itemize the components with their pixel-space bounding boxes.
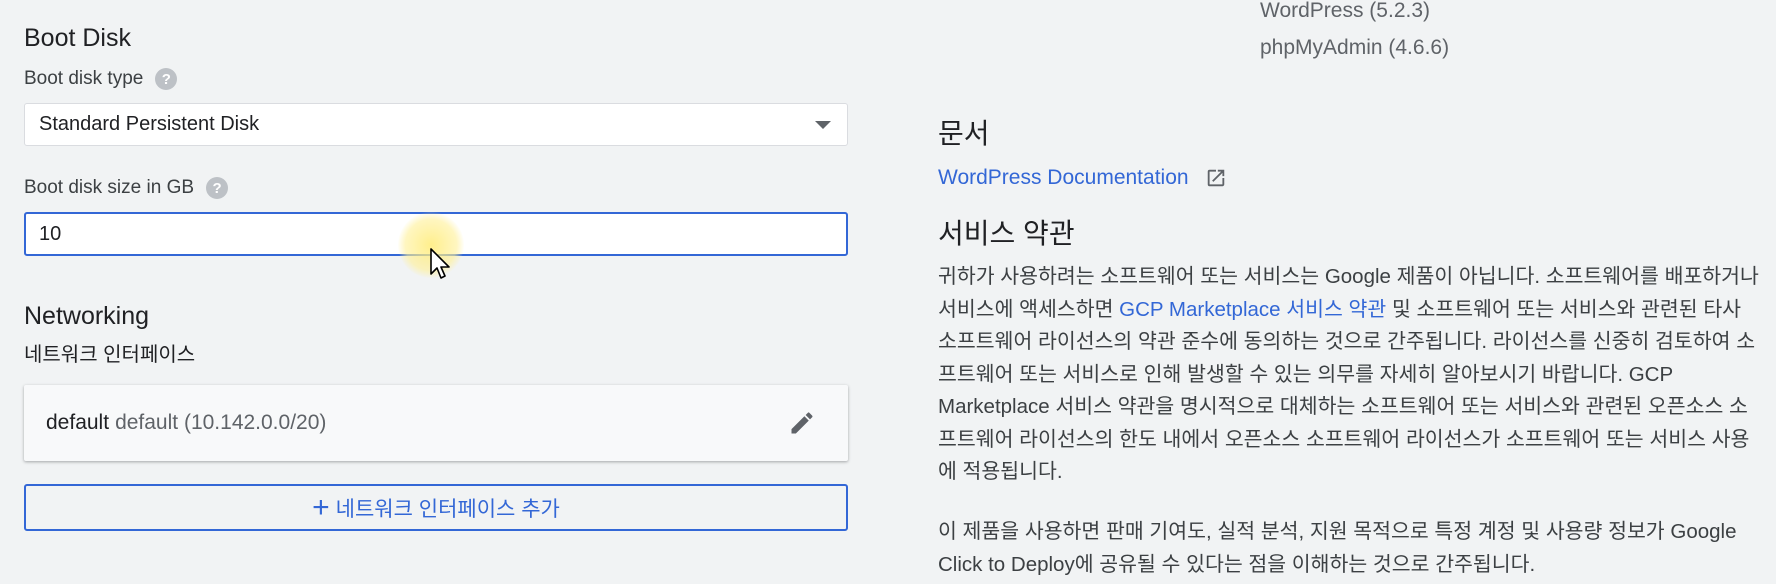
marketplace-terms-link[interactable]: GCP Marketplace 서비스 약관 <box>1119 298 1386 321</box>
chevron-down-icon <box>815 121 831 129</box>
networking-title: Networking <box>24 302 150 330</box>
terms-text: 및 소프트웨어 또는 서비스와 관련된 타사 소프트웨어 라이선스의 약관 준수… <box>938 297 1756 484</box>
pencil-icon[interactable] <box>788 409 816 437</box>
plus-icon: + <box>312 490 330 524</box>
mouse-pointer-icon <box>430 248 450 279</box>
boot-disk-size-label-text: Boot disk size in GB <box>24 177 195 198</box>
external-link-icon <box>1207 169 1224 187</box>
network-interface-name: default <box>46 411 110 434</box>
add-network-interface-button[interactable]: + 네트워크 인터페이스 추가 <box>24 484 848 531</box>
package-item: phpMyAdmin (4.6.6) <box>1260 36 1450 59</box>
package-item: WordPress (5.2.3) <box>1260 0 1430 22</box>
network-interfaces-subtitle: 네트워크 인터페이스 <box>24 344 196 366</box>
terms-paragraph: 귀하가 사용하려는 소프트웨어 또는 서비스는 Google 제품이 아닙니다.… <box>938 261 1760 489</box>
help-icon[interactable]: ? <box>155 68 178 90</box>
wordpress-documentation-link[interactable]: WordPress Documentation <box>938 166 1227 190</box>
boot-disk-type-select[interactable]: Standard Persistent Disk <box>24 103 848 146</box>
network-interface-detail: default (10.142.0.0/20) <box>115 411 327 434</box>
boot-disk-size-label: Boot disk size in GB ? <box>24 177 229 199</box>
help-icon[interactable]: ? <box>206 177 229 199</box>
network-interface-card[interactable]: default default (10.142.0.0/20) <box>24 385 848 461</box>
wordpress-documentation-link-text: WordPress Documentation <box>938 166 1189 189</box>
terms-of-service-title: 서비스 약관 <box>938 218 1075 249</box>
boot-disk-title: Boot Disk <box>24 24 131 52</box>
boot-disk-type-label-text: Boot disk type <box>24 68 144 89</box>
add-network-interface-label: 네트워크 인터페이스 추가 <box>335 497 560 521</box>
boot-disk-type-value: Standard Persistent Disk <box>39 113 260 135</box>
documentation-title: 문서 <box>938 118 990 149</box>
boot-disk-type-label: Boot disk type ? <box>24 68 178 90</box>
data-sharing-paragraph: 이 제품을 사용하면 판매 기여도, 실적 분석, 지원 목적으로 특정 계정 … <box>938 520 1737 576</box>
